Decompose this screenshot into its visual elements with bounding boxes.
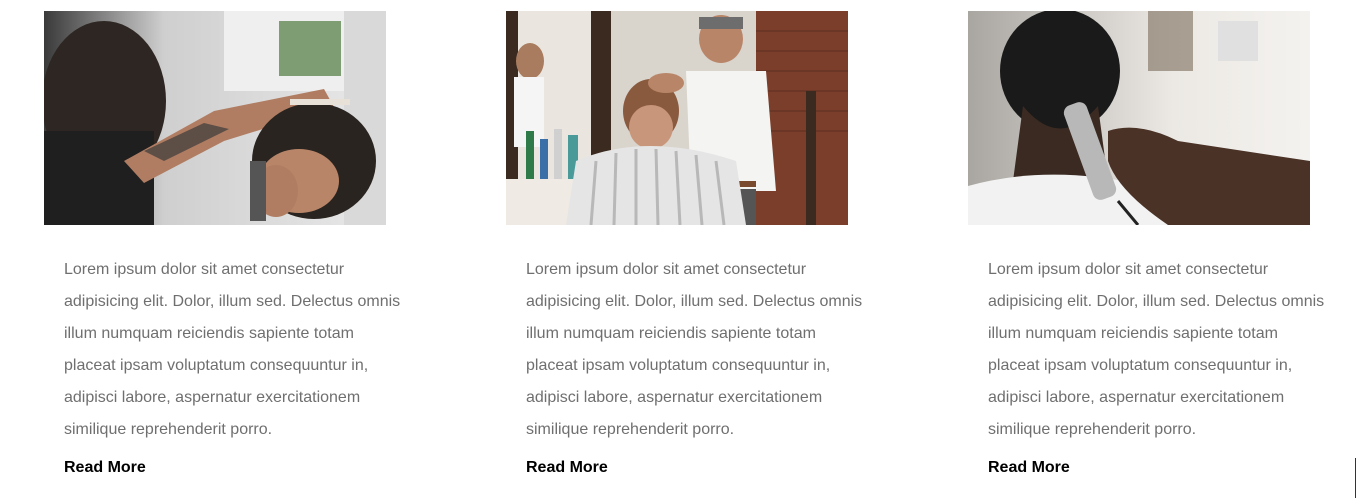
- barber-trimming-image: [44, 11, 386, 225]
- card-description: Lorem ipsum dolor sit amet consectetur a…: [526, 261, 863, 438]
- services-section: Lorem ipsum dolor sit amet consectetur a…: [0, 0, 1360, 498]
- card-description: Lorem ipsum dolor sit amet consectetur a…: [988, 261, 1325, 438]
- barber-photo: [506, 11, 848, 225]
- barber-photo: [968, 11, 1310, 225]
- card-description: Lorem ipsum dolor sit amet consectetur a…: [64, 261, 401, 438]
- read-more-link[interactable]: Read More: [988, 458, 1070, 478]
- scrollbar-edge: [1355, 458, 1356, 498]
- service-card: Lorem ipsum dolor sit amet consectetur a…: [506, 11, 886, 478]
- barber-photo: [44, 11, 386, 225]
- read-more-link[interactable]: Read More: [526, 458, 608, 478]
- service-card: Lorem ipsum dolor sit amet consectetur a…: [968, 11, 1348, 478]
- read-more-link[interactable]: Read More: [64, 458, 146, 478]
- clipper-fade-image: [968, 11, 1310, 225]
- barber-styling-image: [506, 11, 848, 225]
- service-card: Lorem ipsum dolor sit amet consectetur a…: [44, 11, 424, 478]
